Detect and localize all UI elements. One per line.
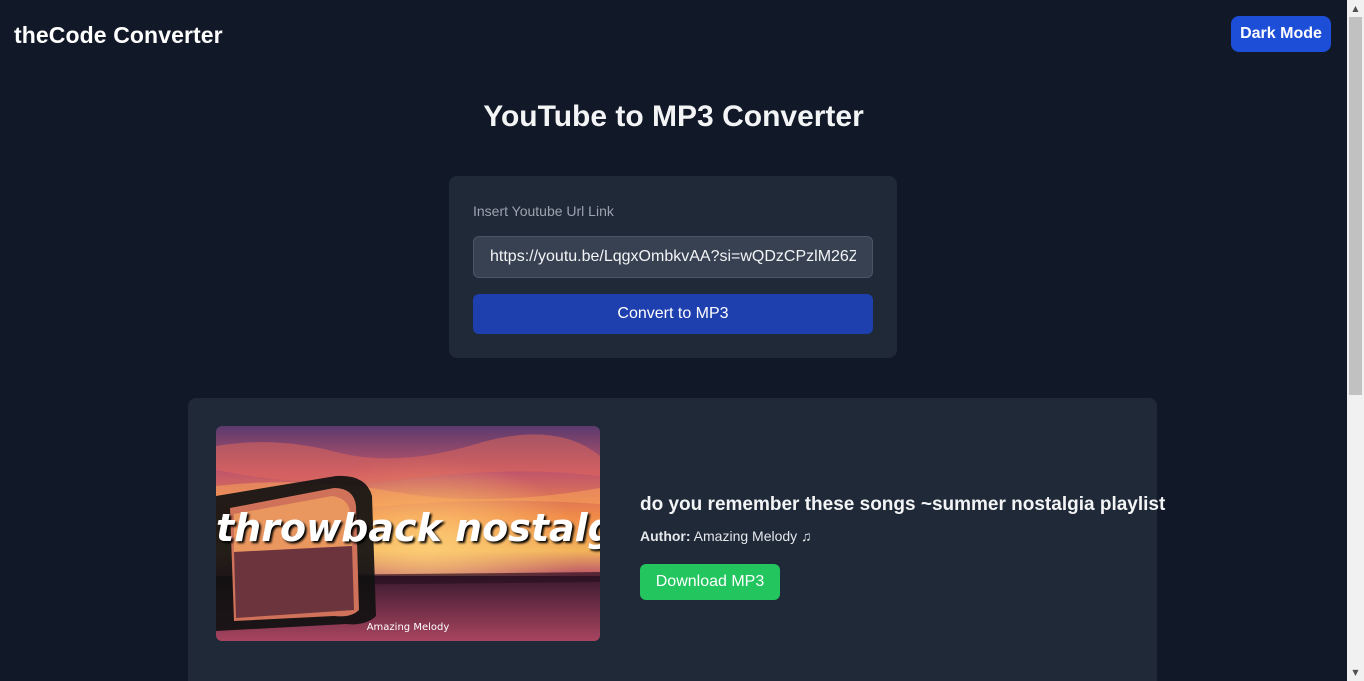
scroll-up-arrow-icon[interactable]: ▲ [1347, 0, 1364, 17]
thumbnail-watermark: Amazing Melody [366, 622, 450, 633]
scrollbar-thumb[interactable] [1349, 17, 1362, 395]
result-card: throwback nostalgia Amazing Melody do yo… [188, 398, 1165, 681]
vertical-scrollbar[interactable]: ▲ ▼ [1347, 0, 1364, 681]
url-input[interactable] [473, 236, 873, 278]
thumbnail-headline: throwback nostalgia [216, 506, 600, 550]
video-thumbnail: throwback nostalgia Amazing Melody [216, 426, 600, 641]
page-viewport: theCode Converter Dark Mode YouTube to M… [0, 0, 1347, 681]
converter-form-card: Insert Youtube Url Link Convert to MP3 [449, 176, 897, 358]
author-label: Author: [640, 528, 691, 544]
author-line: Author: Amazing Melody ♫ [640, 528, 812, 544]
author-name: Amazing Melody ♫ [693, 528, 812, 544]
video-title: do you remember these songs ~summer nost… [640, 494, 1166, 515]
brand-title[interactable]: theCode Converter [14, 22, 223, 49]
download-mp3-button[interactable]: Download MP3 [640, 564, 780, 600]
dark-mode-button[interactable]: Dark Mode [1231, 16, 1331, 52]
page-title: YouTube to MP3 Converter [483, 100, 864, 133]
convert-button[interactable]: Convert to MP3 [473, 294, 873, 334]
url-field-label: Insert Youtube Url Link [473, 203, 614, 219]
scroll-down-arrow-icon[interactable]: ▼ [1347, 664, 1364, 681]
